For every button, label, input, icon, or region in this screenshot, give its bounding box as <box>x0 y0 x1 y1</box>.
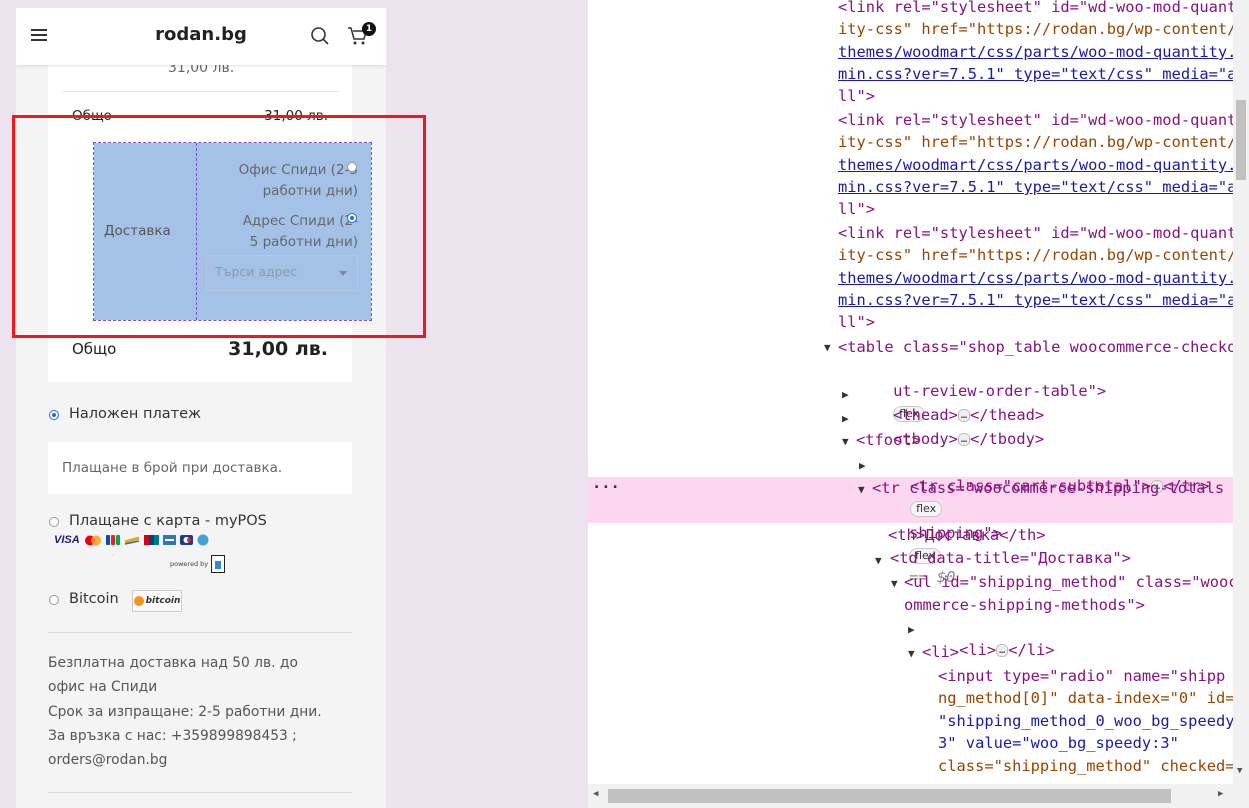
mastercard-logo <box>84 535 101 545</box>
dom-link-line[interactable]: themes/woodmart/css/parts/woo-mod-quanti… <box>838 41 1236 63</box>
expand-arrow-icon[interactable]: ▼ <box>842 431 849 453</box>
dom-input-line[interactable]: class="shipping_method" checked= <box>938 755 1235 777</box>
cart-count-badge: 1 <box>362 22 376 36</box>
search-icon[interactable] <box>310 26 330 46</box>
total-value: 31,00 лв. <box>228 338 328 360</box>
dom-input-line[interactable]: ng_method[0]" data-index="0" id= <box>938 687 1235 709</box>
divider <box>63 91 339 92</box>
dom-link-line[interactable]: min.css?ver=7.5.1" type="text/css" media… <box>838 63 1236 85</box>
amex-logo <box>162 535 176 545</box>
ellipsis-icon[interactable]: … <box>957 433 970 446</box>
card-radio[interactable] <box>49 517 59 527</box>
ellipsis-icon[interactable]: … <box>996 644 1009 657</box>
vertical-scrollbar[interactable]: ▼ <box>1233 0 1249 808</box>
dom-ul-line-2[interactable]: ommerce-shipping-methods"> <box>904 594 1145 616</box>
collapse-arrow-icon[interactable]: ▶ <box>842 384 849 406</box>
cod-radio[interactable] <box>49 410 59 420</box>
discover-logo <box>197 534 209 546</box>
collapse-arrow-icon[interactable]: ▶ <box>859 455 866 477</box>
card-label[interactable]: Плащане с карта - myPOS <box>69 513 267 529</box>
expand-arrow-icon[interactable]: ▼ <box>908 643 915 665</box>
dom-ul-line[interactable]: <ul id="shipping_method" class="wooc <box>904 571 1238 593</box>
dom-link-line[interactable]: ity-css" href="https://rodan.bg/wp-conte… <box>838 131 1236 153</box>
bitcoin-logo-text: bitcoin <box>145 596 181 606</box>
unionpay-logo <box>143 535 159 545</box>
divider <box>48 632 352 633</box>
cod-label[interactable]: Наложен платеж <box>69 406 201 422</box>
dom-link-line[interactable]: ll"> <box>838 311 875 333</box>
diners-logo <box>179 535 193 545</box>
dom-link-line[interactable]: ll"> <box>838 85 875 107</box>
dom-input-line[interactable]: "shipping_method_0_woo_bg_speedy <box>938 710 1235 732</box>
bitcoin-logo-box: bitcoin <box>132 590 182 612</box>
scroll-left-arrow-icon[interactable]: ◀ <box>593 789 598 799</box>
site-header: rodan.bg 1 <box>16 8 386 65</box>
collapse-arrow-icon[interactable]: ▶ <box>908 619 915 641</box>
dom-tr-shipping-line[interactable]: <tr class="woocommerce-shipping-totals <box>872 477 1224 499</box>
annotation-highlight-box <box>12 115 426 338</box>
dom-link-line[interactable]: ity-css" href="https://rodan.bg/wp-conte… <box>838 18 1236 40</box>
dom-link-line[interactable]: <link rel="stylesheet" id="wd-woo-mod-qu… <box>838 222 1236 244</box>
scroll-right-arrow-icon[interactable]: ▶ <box>1218 789 1223 799</box>
card-brand-logos: VISA <box>54 533 209 547</box>
powered-by-text: powered by <box>170 560 209 568</box>
dom-link-line[interactable]: <link rel="stylesheet" id="wd-woo-mod-qu… <box>838 0 1236 18</box>
delivery-info: Безплатна доставка над 50 лв. до офис на… <box>48 651 368 772</box>
tbody-close: </tbody> <box>969 430 1045 448</box>
cod-description-box: Плащане в брой при доставка. <box>48 442 352 494</box>
dom-tfoot-line[interactable]: <tfoot> <box>856 429 921 451</box>
dom-link-line[interactable]: themes/woodmart/css/parts/woo-mod-quanti… <box>838 267 1236 289</box>
horizontal-scroll-thumb[interactable] <box>608 789 1171 803</box>
dom-input-line[interactable]: <input type="radio" name="shipp <box>938 665 1225 687</box>
dom-li-open-line[interactable]: <li> <box>922 641 959 663</box>
dom-link-line[interactable]: ll"> <box>838 198 875 220</box>
site-logo[interactable]: rodan.bg <box>16 24 386 45</box>
collapse-arrow-icon[interactable]: ▶ <box>842 408 849 430</box>
more-options-icon[interactable]: ··· <box>592 476 620 498</box>
bitcoin-radio[interactable] <box>49 595 59 605</box>
dom-td-line[interactable]: <td data-title="Доставка"> <box>890 547 1131 569</box>
page-preview: rodan.bg 1 31,00 лв. Общо 31,00 лв. Дост… <box>0 0 588 808</box>
info-line: orders@rodan.bg <box>48 752 168 769</box>
info-line: За връзка с нас: +359899898453 ; <box>48 727 297 744</box>
divider <box>48 792 352 793</box>
total-label: Общо <box>72 340 117 358</box>
expand-arrow-icon[interactable]: ▼ <box>875 550 882 572</box>
dom-link-line[interactable]: ity-css" href="https://rodan.bg/wp-conte… <box>838 244 1236 266</box>
li-open: <li> <box>959 641 997 659</box>
mypos-logo <box>211 555 226 573</box>
dom-link-line[interactable]: min.css?ver=7.5.1" type="text/css" media… <box>838 176 1236 198</box>
devtools-elements-panel: <link rel="stylesheet" id="wd-woo-mod-qu… <box>588 0 1249 808</box>
cod-description: Плащане в брой при доставка. <box>62 460 283 476</box>
dom-th-line[interactable]: <th>Доставка</th> <box>888 524 1046 546</box>
info-line: Безплатна доставка над 50 лв. до <box>48 655 298 671</box>
horizontal-scrollbar[interactable]: ◀ ▶ <box>588 784 1233 808</box>
info-line: офис на Спиди <box>48 679 158 696</box>
dom-table-line[interactable]: <table class="shop_table woocommerce-che… <box>838 336 1236 358</box>
dom-link-line[interactable]: <link rel="stylesheet" id="wd-woo-mod-qu… <box>838 109 1236 131</box>
dom-link-line[interactable]: min.css?ver=7.5.1" type="text/css" media… <box>838 289 1236 311</box>
expand-arrow-icon[interactable]: ▼ <box>858 479 865 501</box>
powered-by-mypos: powered by <box>170 555 226 573</box>
scroll-down-arrow-icon[interactable]: ▼ <box>1237 766 1242 776</box>
info-line: Срок за изпращане: 2-5 работни дни. <box>48 703 322 720</box>
bitcoin-icon <box>133 596 144 606</box>
dom-link-line[interactable]: themes/woodmart/css/parts/woo-mod-quanti… <box>838 154 1236 176</box>
expand-arrow-icon[interactable]: ▼ <box>891 573 898 595</box>
visa-logo: VISA <box>54 534 80 546</box>
dom-input-line[interactable]: 3" value="woo_bg_speedy:3" <box>938 732 1179 754</box>
vertical-scroll-thumb[interactable] <box>1236 100 1246 180</box>
expand-arrow-icon[interactable]: ▼ <box>824 337 831 359</box>
bitcoin-label[interactable]: Bitcoin <box>69 591 119 607</box>
maestro-logo <box>124 536 140 545</box>
li-close: </li> <box>1008 641 1055 659</box>
jcb-logo <box>105 535 120 545</box>
